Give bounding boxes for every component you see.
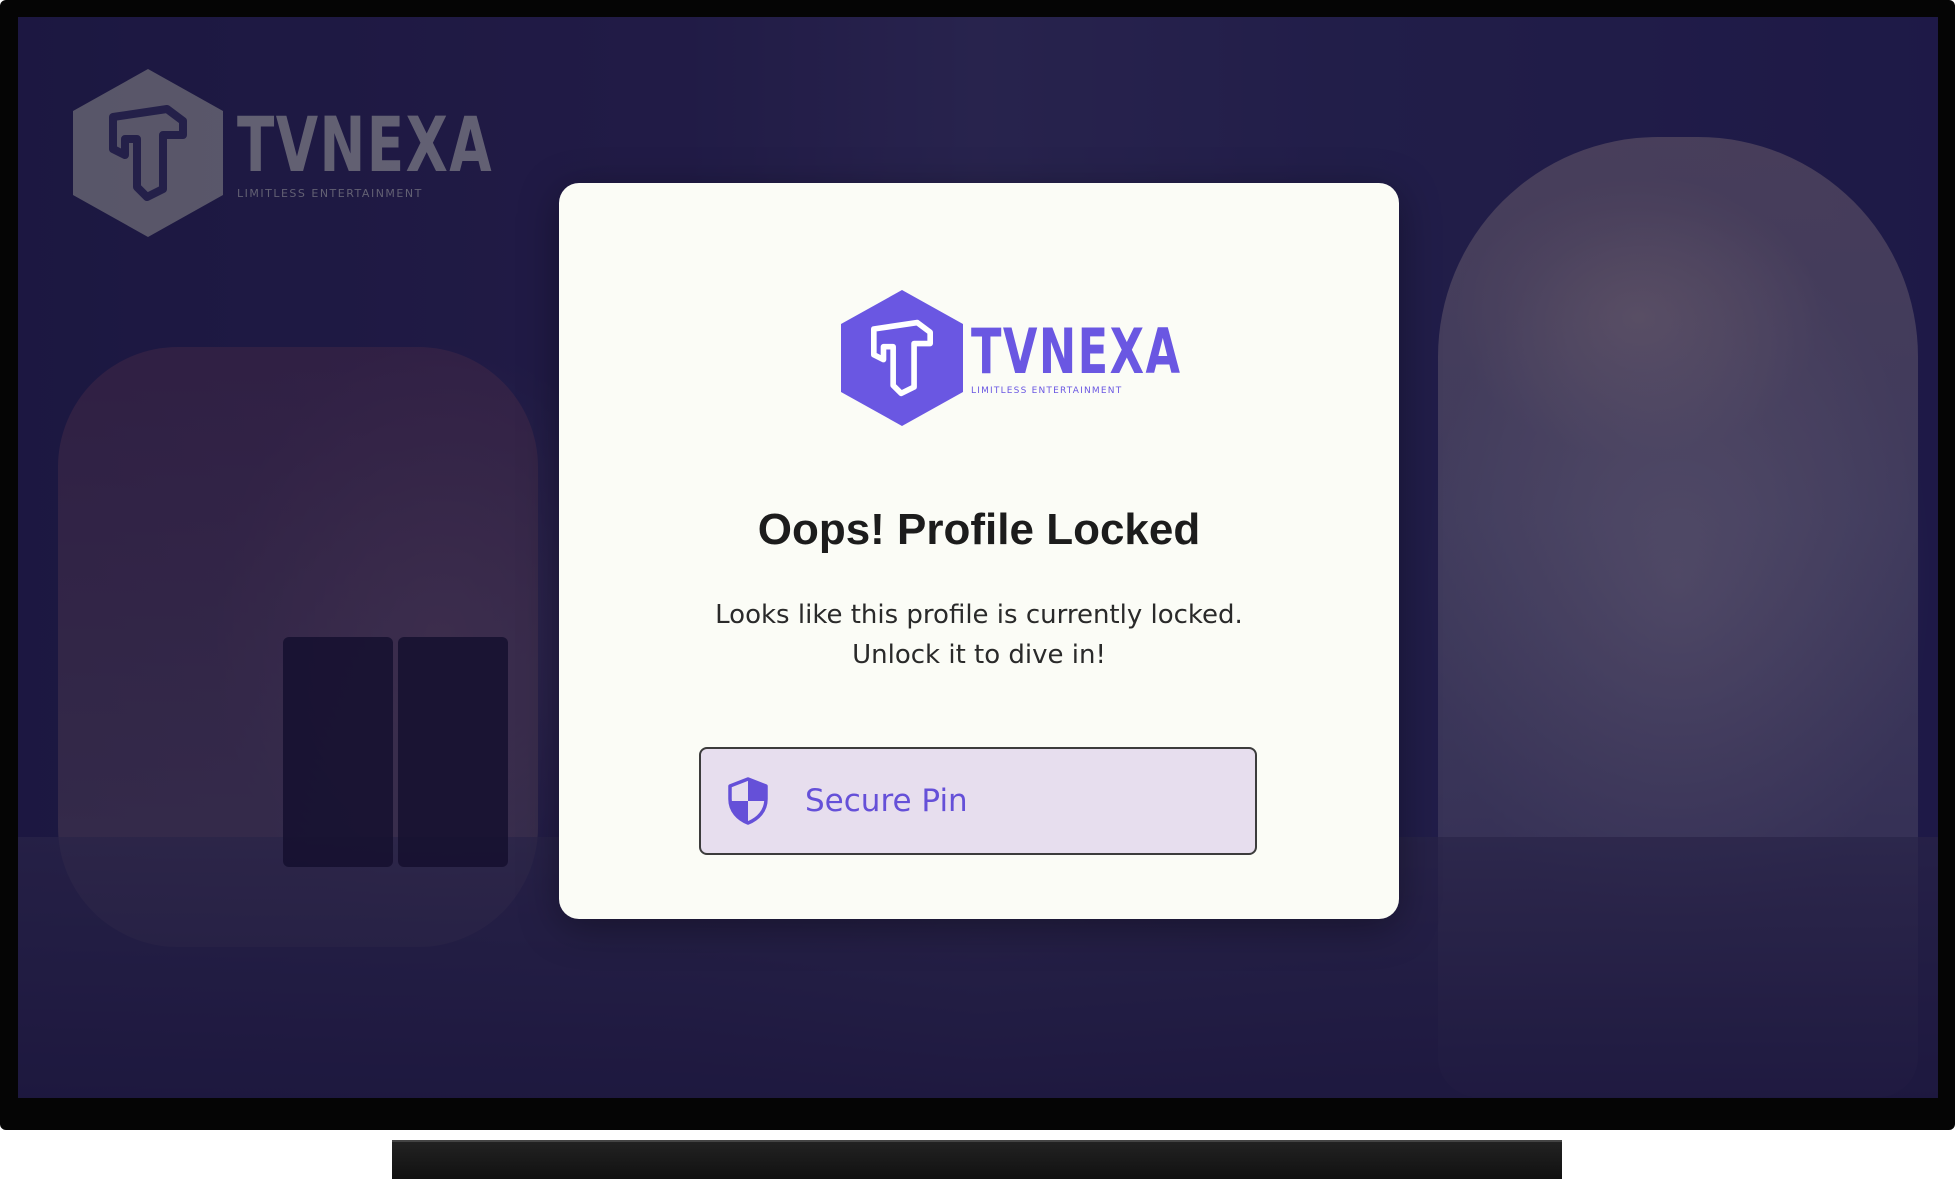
- background-logo: TVNEXA LIMITLESS ENTERTAINMENT: [73, 69, 593, 237]
- background-person-left: [58, 347, 538, 947]
- logo-hexagon-icon: [841, 290, 963, 426]
- logo-t-mark-icon: [871, 319, 933, 397]
- modal-logo: TVNEXA LIMITLESS ENTERTAINMENT: [841, 290, 1263, 426]
- background-glass: [398, 637, 508, 867]
- modal-description: Looks like this profile is currently loc…: [559, 595, 1399, 675]
- background-person-right: [1438, 137, 1918, 1097]
- logo-hexagon-icon: [73, 69, 223, 237]
- modal-description-line-2: Unlock it to dive in!: [852, 640, 1106, 670]
- profile-locked-modal: TVNEXA LIMITLESS ENTERTAINMENT Oops! Pro…: [559, 183, 1399, 919]
- tv-stand: [392, 1140, 1562, 1179]
- modal-description-line-1: Looks like this profile is currently loc…: [715, 600, 1243, 630]
- shield-icon: [728, 777, 768, 825]
- secure-pin-button[interactable]: Secure Pin: [699, 747, 1257, 855]
- modal-title: Oops! Profile Locked: [757, 505, 1201, 554]
- logo-t-mark-icon: [109, 105, 187, 201]
- background-glass: [283, 637, 393, 867]
- modal-logo-brand: TVNEXA: [971, 314, 1182, 388]
- secure-pin-label: Secure Pin: [805, 783, 968, 819]
- background-logo-brand: TVNEXA: [237, 99, 494, 189]
